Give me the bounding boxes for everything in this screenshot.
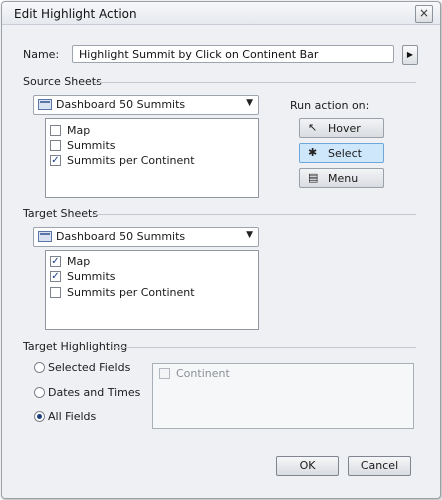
target-divider (92, 214, 416, 215)
source-dashboard-select[interactable]: Dashboard 50 Summits ▼ (33, 95, 259, 115)
checkbox[interactable]: ✓ (50, 256, 61, 267)
menu-icon: ▤ (308, 171, 319, 184)
all-fields-label: All Fields (48, 410, 97, 423)
chevron-down-icon: ▼ (246, 230, 253, 240)
source-divider (94, 82, 416, 83)
checkbox[interactable] (50, 125, 61, 136)
highlight-fields-list: Continent (152, 363, 414, 429)
dashboard-icon (38, 231, 52, 242)
target-sheet-label: Map (67, 255, 91, 268)
radio-button[interactable] (34, 362, 45, 373)
radio-button[interactable] (34, 411, 45, 422)
name-input[interactable] (72, 45, 394, 63)
dates-and-times-label: Dates and Times (48, 386, 141, 399)
edit-highlight-action-dialog: Edit Highlight Action × Name: ▶ Source S… (1, 1, 441, 499)
ok-button[interactable]: OK (276, 456, 339, 476)
menu-label: Menu (328, 172, 359, 185)
checkbox[interactable] (50, 287, 61, 298)
play-arrow-icon: ▶ (406, 50, 414, 59)
name-options-button[interactable]: ▶ (402, 45, 418, 65)
target-sheet-label: Summits per Continent (67, 286, 195, 299)
hover-button[interactable]: ↖ Hover (299, 118, 384, 138)
title-bar[interactable]: Edit Highlight Action × (2, 2, 440, 25)
source-dashboard-value: Dashboard 50 Summits (56, 98, 186, 111)
radio-button[interactable] (34, 387, 45, 398)
checkbox[interactable]: ✓ (50, 271, 61, 282)
checkbox[interactable] (50, 140, 61, 151)
source-sheets-heading: Source Sheets (23, 75, 102, 88)
target-sheets-heading: Target Sheets (23, 207, 99, 220)
target-dashboard-value: Dashboard 50 Summits (56, 230, 186, 243)
close-button[interactable]: × (415, 5, 433, 23)
checkbox[interactable]: ✓ (50, 155, 61, 166)
selected-fields-label: Selected Fields (48, 361, 131, 374)
pointer-icon: ↖ (308, 121, 318, 134)
run-action-label: Run action on: (290, 99, 370, 112)
source-sheet-label: Map (67, 124, 91, 137)
source-sheet-label: Summits per Continent (67, 154, 195, 167)
select-button[interactable]: ✱ Select (299, 143, 384, 163)
menu-button[interactable]: ▤ Menu (299, 168, 384, 188)
cancel-button[interactable]: Cancel (348, 456, 411, 476)
highlighting-divider (112, 347, 416, 348)
select-label: Select (328, 147, 362, 160)
target-sheets-list: ✓ Map ✓ Summits Summits per Continent (45, 250, 259, 330)
click-pointer-icon: ✱ (308, 146, 318, 159)
dashboard-icon (38, 99, 52, 110)
source-sheets-list: Map Summits ✓ Summits per Continent (45, 118, 259, 198)
target-dashboard-select[interactable]: Dashboard 50 Summits ▼ (33, 227, 259, 247)
close-icon: × (418, 6, 430, 20)
source-sheet-label: Summits (67, 139, 116, 152)
dialog-title: Edit Highlight Action (14, 7, 137, 21)
hover-label: Hover (328, 122, 361, 135)
field-label: Continent (176, 367, 230, 380)
target-sheet-label: Summits (67, 270, 116, 283)
name-label: Name: (23, 48, 60, 61)
checkbox[interactable] (159, 368, 170, 379)
chevron-down-icon: ▼ (246, 98, 253, 108)
